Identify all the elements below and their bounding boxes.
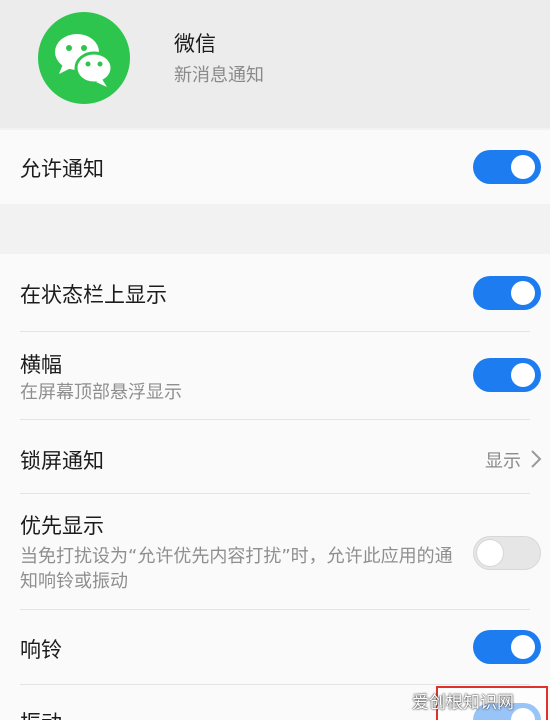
toggle-knob	[511, 635, 535, 659]
allow-notifications-row[interactable]: 允许通知	[0, 130, 550, 204]
ring-row[interactable]: 响铃	[0, 610, 550, 684]
banner-description: 在屏幕顶部悬浮显示	[20, 382, 182, 403]
banner-toggle[interactable]	[473, 358, 541, 392]
ring-label: 响铃	[20, 638, 62, 662]
app-subtitle: 新消息通知	[174, 65, 264, 86]
toggle-knob	[511, 281, 535, 305]
app-header: 微信 新消息通知	[0, 0, 550, 128]
ring-toggle[interactable]	[473, 630, 541, 664]
notification-settings-card: 在状态栏上显示 横幅 在屏幕顶部悬浮显示 锁屏通知 显示 优先显示 当免打扰设为…	[0, 254, 550, 720]
allow-notifications-label: 允许通知	[20, 157, 104, 181]
watermark-text: 爱创根知识网	[412, 693, 514, 713]
toggle-knob	[477, 540, 503, 566]
status-bar-label: 在状态栏上显示	[20, 283, 167, 307]
app-name: 微信	[174, 32, 216, 56]
priority-display-toggle[interactable]	[473, 536, 541, 570]
allow-notifications-card: 允许通知	[0, 130, 550, 204]
allow-notifications-toggle[interactable]	[473, 150, 541, 184]
priority-display-label: 优先显示	[20, 514, 104, 538]
chevron-right-icon	[531, 450, 542, 468]
banner-label: 横幅	[20, 353, 62, 377]
lock-screen-row[interactable]: 锁屏通知 显示	[0, 420, 550, 493]
lock-screen-label: 锁屏通知	[20, 449, 104, 473]
vibrate-label: 振动	[20, 707, 62, 720]
priority-display-description: 当免打扰设为“允许优先内容打扰”时，允许此应用的通知响铃或振动	[20, 546, 453, 592]
status-bar-row[interactable]: 在状态栏上显示	[0, 254, 550, 331]
wechat-icon	[38, 12, 130, 104]
toggle-knob	[511, 155, 535, 179]
banner-row[interactable]: 横幅 在屏幕顶部悬浮显示	[0, 332, 550, 419]
lock-screen-value: 显示	[485, 451, 521, 472]
priority-display-row[interactable]: 优先显示 当免打扰设为“允许优先内容打扰”时，允许此应用的通知响铃或振动	[0, 494, 550, 609]
toggle-knob	[511, 363, 535, 387]
status-bar-toggle[interactable]	[473, 276, 541, 310]
